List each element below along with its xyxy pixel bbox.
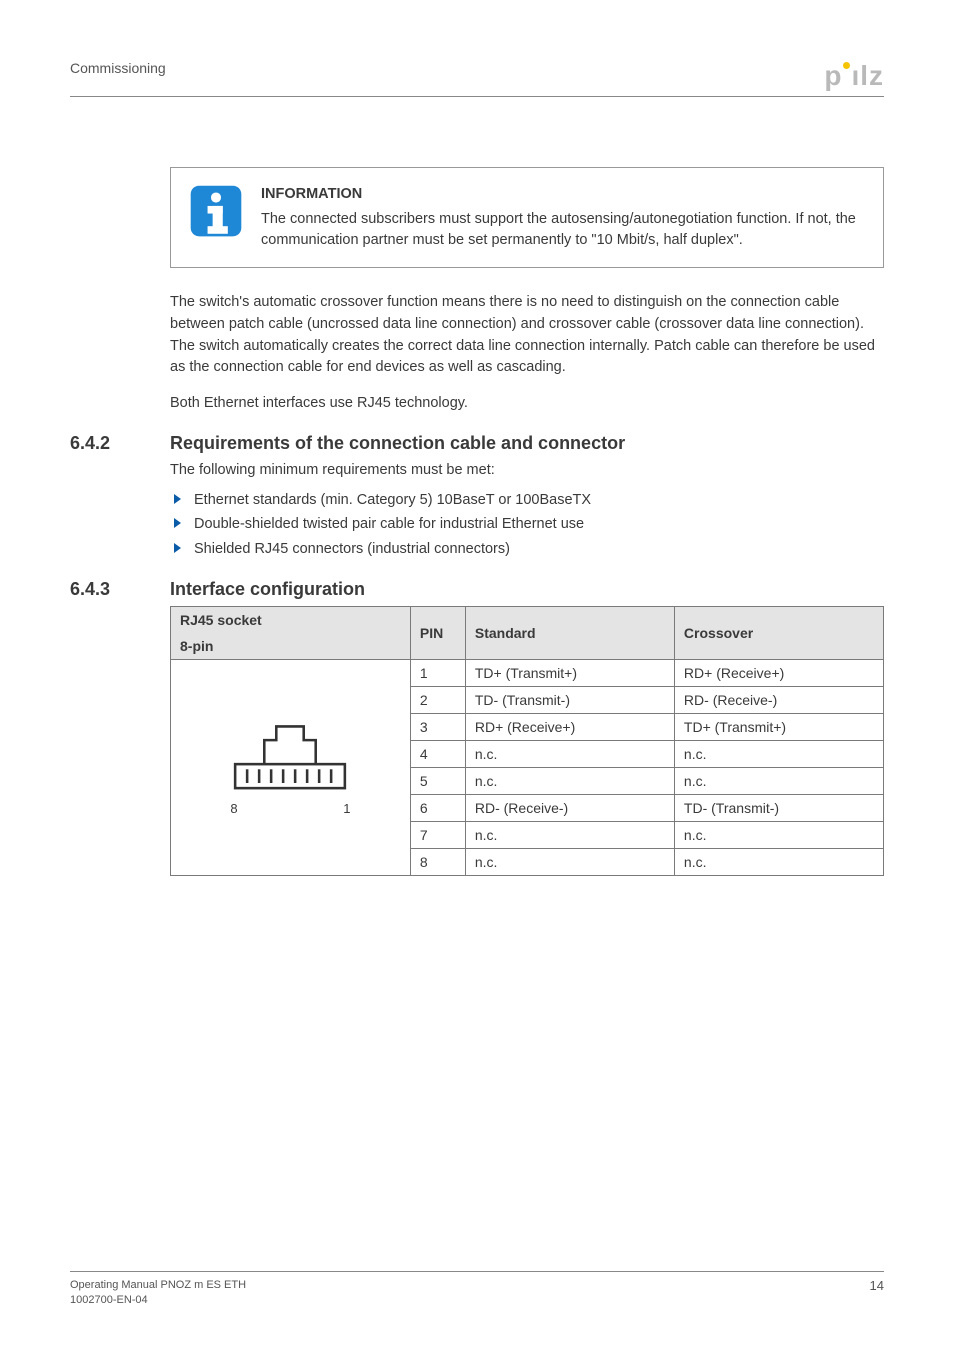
table-cell: 5: [410, 768, 465, 795]
table-cell: TD+ (Transmit+): [465, 660, 674, 687]
rj45-socket-diagram: 8 1: [171, 660, 411, 876]
table-cell: 3: [410, 714, 465, 741]
footer-left: Operating Manual PNOZ m ES ETH 1002700-E…: [70, 1278, 246, 1308]
requirements-list: Ethernet standards (min. Category 5) 10B…: [170, 488, 884, 562]
table-cell: TD- (Transmit-): [465, 687, 674, 714]
section-title-642: Requirements of the connection cable and…: [170, 433, 625, 454]
th-pin: PIN: [410, 607, 465, 660]
paragraph-crossover: The switch's automatic crossover functio…: [170, 292, 884, 379]
th-8pin: 8-pin: [171, 633, 411, 660]
table-cell: 6: [410, 795, 465, 822]
section-number-642: 6.4.2: [70, 433, 170, 454]
table-cell: RD+ (Receive+): [674, 660, 883, 687]
list-item: Ethernet standards (min. Category 5) 10B…: [170, 488, 884, 513]
th-socket: RJ45 socket: [171, 607, 411, 634]
table-cell: 8: [410, 849, 465, 876]
brand-logo: pılz: [824, 60, 884, 92]
table-cell: 1: [410, 660, 465, 687]
footer-doc-number: 1002700-EN-04: [70, 1293, 246, 1308]
table-cell: 7: [410, 822, 465, 849]
page-number: 14: [870, 1278, 884, 1308]
table-cell: n.c.: [674, 849, 883, 876]
table-cell: RD- (Receive-): [674, 687, 883, 714]
footer-manual-title: Operating Manual PNOZ m ES ETH: [70, 1278, 246, 1293]
table-cell: n.c.: [674, 741, 883, 768]
table-cell: n.c.: [465, 741, 674, 768]
table-cell: RD+ (Receive+): [465, 714, 674, 741]
table-cell: 4: [410, 741, 465, 768]
list-item: Double-shielded twisted pair cable for i…: [170, 512, 884, 537]
pin-label-1: 1: [343, 801, 350, 816]
interface-config-table: RJ45 socket PIN Standard Crossover 8-pin: [170, 606, 884, 876]
table-cell: n.c.: [674, 768, 883, 795]
th-standard: Standard: [465, 607, 674, 660]
information-callout: INFORMATION The connected subscribers mu…: [170, 167, 884, 268]
table-cell: TD+ (Transmit+): [674, 714, 883, 741]
table-cell: n.c.: [465, 768, 674, 795]
information-icon: [189, 184, 243, 238]
info-body: The connected subscribers must support t…: [261, 209, 865, 251]
section-title-643: Interface configuration: [170, 579, 365, 600]
table-cell: n.c.: [465, 822, 674, 849]
table-cell: TD- (Transmit-): [674, 795, 883, 822]
table-cell: n.c.: [465, 849, 674, 876]
paragraph-rj45: Both Ethernet interfaces use RJ45 techno…: [170, 393, 884, 415]
list-item: Shielded RJ45 connectors (industrial con…: [170, 537, 884, 562]
table-cell: RD- (Receive-): [465, 795, 674, 822]
table-cell: n.c.: [674, 822, 883, 849]
section-642-intro: The following minimum requirements must …: [170, 460, 884, 482]
table-cell: 2: [410, 687, 465, 714]
section-number-643: 6.4.3: [70, 579, 170, 600]
pin-label-8: 8: [230, 801, 237, 816]
th-crossover: Crossover: [674, 607, 883, 660]
header-section: Commissioning: [70, 60, 166, 76]
info-title: INFORMATION: [261, 184, 865, 205]
rj45-socket-icon: [230, 719, 350, 799]
